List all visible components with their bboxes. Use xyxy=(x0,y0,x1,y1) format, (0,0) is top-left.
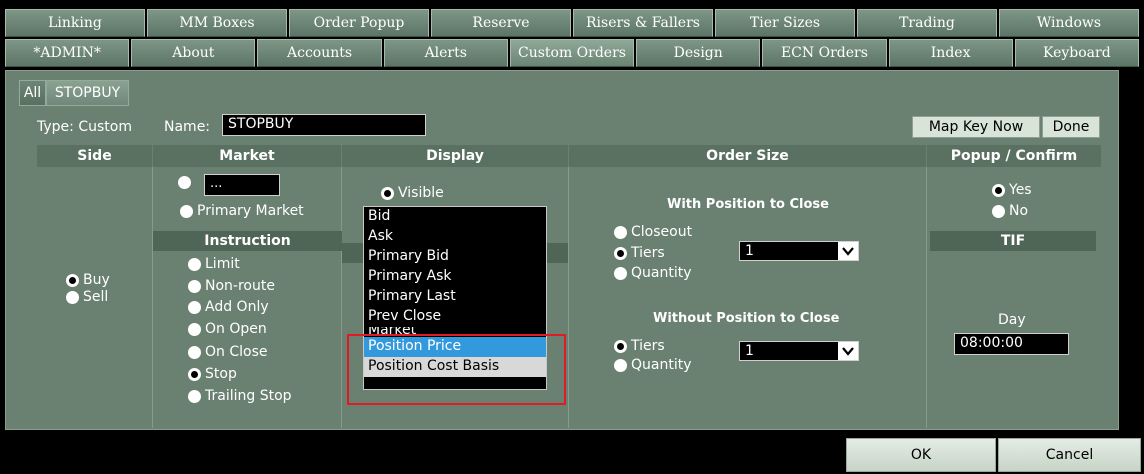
instruction-add-only-radio[interactable]: Add Only xyxy=(188,299,269,315)
map-key-now-button[interactable]: Map Key Now xyxy=(912,116,1040,138)
instruction-stop-radio[interactable]: Stop xyxy=(188,366,237,382)
without-position-title: Without Position to Close xyxy=(653,311,840,326)
without-tiers-radio[interactable]: Tiers xyxy=(614,338,665,354)
tab-custom-orders[interactable]: Custom Orders xyxy=(509,39,635,67)
dropdown-option[interactable]: Primary Ask xyxy=(364,267,546,287)
with-quantity-radio[interactable]: Quantity xyxy=(614,265,692,281)
tab-ecn-orders[interactable]: ECN Orders xyxy=(762,39,887,67)
radio-icon xyxy=(992,204,1005,218)
primary-market-radio[interactable]: Primary Market xyxy=(180,203,304,219)
tab-about[interactable]: About xyxy=(131,39,256,67)
instruction-trailing-stop-radio[interactable]: Trailing Stop xyxy=(188,388,292,404)
radio-icon xyxy=(188,300,201,314)
instruction-on-close-radio[interactable]: On Close xyxy=(188,344,267,360)
radio-icon xyxy=(180,204,193,218)
tif-value: Day xyxy=(998,312,1026,328)
radio-selected-icon xyxy=(188,367,201,381)
with-position-title: With Position to Close xyxy=(667,197,829,212)
radio-icon xyxy=(188,389,201,403)
done-button[interactable]: Done xyxy=(1042,116,1100,138)
dropdown-option[interactable]: Prev Close xyxy=(364,307,546,327)
display-header: Display xyxy=(342,145,568,167)
name-field[interactable]: STOPBUY xyxy=(222,114,426,136)
radio-icon xyxy=(188,279,201,293)
dropdown-option[interactable]: Primary Bid xyxy=(364,247,546,267)
tab-alerts[interactable]: Alerts xyxy=(383,39,508,67)
tab-linking[interactable]: Linking xyxy=(5,9,145,37)
radio-icon xyxy=(66,290,79,304)
dropdown-option[interactable]: Ask xyxy=(364,227,546,247)
instruction-header: Instruction xyxy=(153,231,342,251)
radio-selected-icon xyxy=(992,183,1005,197)
ok-button[interactable]: OK xyxy=(846,438,996,472)
without-tiers-select[interactable]: 1 xyxy=(739,341,859,361)
dropdown-option[interactable]: Bid xyxy=(364,207,546,227)
chevron-down-icon[interactable] xyxy=(838,242,858,260)
cancel-button[interactable]: Cancel xyxy=(998,438,1141,472)
market-field[interactable]: ... xyxy=(204,174,280,196)
tab-windows[interactable]: Windows xyxy=(999,9,1139,37)
popup-no-radio[interactable]: No xyxy=(992,203,1028,219)
radio-icon xyxy=(614,358,627,372)
column-divider xyxy=(341,167,342,428)
column-divider xyxy=(926,167,927,428)
side-sell-radio[interactable]: Sell xyxy=(66,289,108,305)
display-visible-radio[interactable]: Visible xyxy=(381,185,444,201)
side-buy-radio[interactable]: Buy xyxy=(66,272,110,288)
with-closeout-radio[interactable]: Closeout xyxy=(614,224,692,240)
tab-accounts[interactable]: Accounts xyxy=(257,39,382,67)
radio-icon xyxy=(188,257,201,271)
tab-risers-fallers[interactable]: Risers & Fallers xyxy=(573,9,713,37)
radio-selected-icon xyxy=(614,339,627,353)
tab-index[interactable]: Index xyxy=(888,39,1013,67)
tab-design[interactable]: Design xyxy=(636,39,761,67)
without-quantity-radio[interactable]: Quantity xyxy=(614,357,692,373)
type-label: Type: Custom xyxy=(37,119,132,135)
tab-row-2: *ADMIN* About Accounts Alerts Custom Ord… xyxy=(5,39,1139,67)
name-label: Name: xyxy=(164,119,211,135)
side-header: Side xyxy=(37,145,152,167)
tif-time-field[interactable]: 08:00:00 xyxy=(954,333,1069,355)
radio-icon xyxy=(178,176,191,189)
instruction-on-open-radio[interactable]: On Open xyxy=(188,321,267,337)
tab-tier-sizes[interactable]: Tier Sizes xyxy=(715,9,855,37)
tif-header: TIF xyxy=(930,231,1096,251)
radio-selected-icon xyxy=(66,273,79,287)
tab-keyboard[interactable]: Keyboard xyxy=(1014,39,1139,67)
with-tiers-radio[interactable]: Tiers xyxy=(614,245,665,261)
market-header: Market xyxy=(153,145,341,167)
tab-trading[interactable]: Trading xyxy=(857,9,997,37)
column-divider xyxy=(152,167,153,428)
instruction-non-route-radio[interactable]: Non-route xyxy=(188,278,275,294)
radio-icon xyxy=(188,322,201,336)
with-tiers-select[interactable]: 1 xyxy=(739,241,859,261)
callout-highlight-box xyxy=(347,334,566,405)
radio-selected-icon xyxy=(614,246,627,260)
radio-icon xyxy=(614,225,627,239)
tab-reserve[interactable]: Reserve xyxy=(431,9,571,37)
market-field-radio[interactable] xyxy=(178,176,191,189)
subtab-all[interactable]: All xyxy=(19,80,46,106)
tab-row-1: Linking MM Boxes Order Popup Reserve Ris… xyxy=(5,9,1139,37)
column-divider xyxy=(568,167,569,428)
tab-order-popup[interactable]: Order Popup xyxy=(289,9,429,37)
instruction-limit-radio[interactable]: Limit xyxy=(188,256,240,272)
popup-yes-radio[interactable]: Yes xyxy=(992,182,1032,198)
radio-icon xyxy=(188,345,201,359)
radio-icon xyxy=(614,266,627,280)
tab-mm-boxes[interactable]: MM Boxes xyxy=(147,9,287,37)
tab-admin[interactable]: *ADMIN* xyxy=(5,39,130,67)
radio-selected-icon xyxy=(381,186,394,200)
subtab-stopbuy[interactable]: STOPBUY xyxy=(46,80,129,106)
chevron-down-icon[interactable] xyxy=(838,342,858,360)
popup-confirm-header: Popup / Confirm xyxy=(927,145,1101,167)
dropdown-option[interactable]: Primary Last xyxy=(364,287,546,307)
order-size-header: Order Size xyxy=(569,145,926,167)
